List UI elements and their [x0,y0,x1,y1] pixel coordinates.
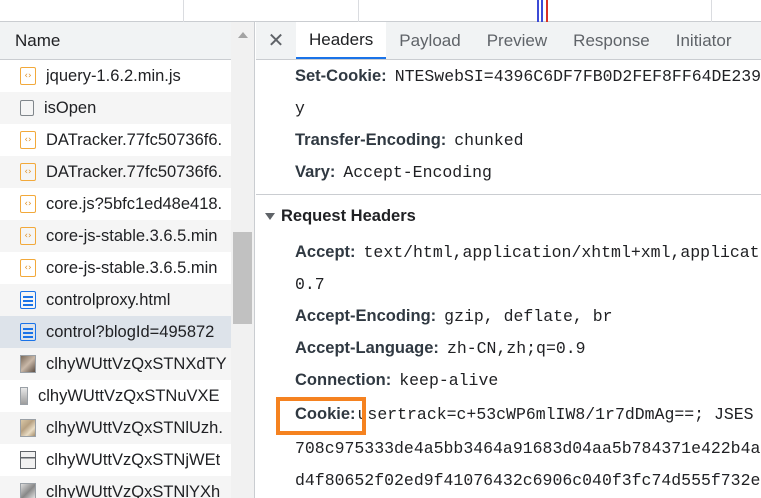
request-name: clhyWUttVzQxSTNlUzh. [46,418,223,437]
header-key: Accept-Encoding: [295,306,437,325]
image-thumbnail-icon [20,419,36,437]
timeline-gridline [358,0,359,22]
request-name: DATracker.77fc50736f6. [46,130,223,149]
header-value: text/html,application/xhtml+xml,applicat [363,242,760,262]
image-thumbnail-icon [20,387,28,405]
request-details-panel: ✕ Headers Payload Preview Response Initi… [256,22,761,498]
request-row[interactable]: isOpen [0,92,231,124]
header-value: keep-alive [399,370,499,390]
close-icon[interactable]: ✕ [256,22,296,59]
tab-preview[interactable]: Preview [474,22,560,59]
header-value: usertrack=c+53cWP6mlIW8/1r7dDmAg==; JSES [357,404,754,424]
request-row[interactable]: DATracker.77fc50736f6. [0,156,231,188]
header-transfer-encoding: Transfer-Encoding: chunked [295,124,524,156]
request-headers-title: Request Headers [281,206,416,225]
dom-content-loaded-marker [537,0,539,22]
name-column-header-label: Name [15,30,61,50]
request-row[interactable]: clhyWUttVzQxSTNuVXE [0,380,231,412]
header-set-cookie: Set-Cookie: NTESwebSI=4396C6DF7FB0D2FEF8… [295,60,761,92]
header-value-continuation: 0.7 [295,274,325,294]
request-name: clhyWUttVzQxSTNjWEt [46,450,221,469]
name-column-header[interactable]: Name [0,22,254,60]
request-name: isOpen [44,98,97,117]
script-icon [20,131,36,149]
request-name: DATracker.77fc50736f6. [46,162,223,181]
request-name: jquery-1.6.2.min.js [46,66,181,85]
scroll-up-arrow-icon[interactable] [238,32,248,38]
request-row[interactable]: core-js-stable.3.6.5.min [0,220,231,252]
tab-headers[interactable]: Headers [296,22,387,59]
cookie-highlight-box [276,397,366,435]
request-row[interactable]: core.js?5bfc1ed48e418. [0,188,231,220]
request-list-scrollbar[interactable] [231,22,254,498]
header-value: chunked [454,130,524,150]
header-vary: Vary: Accept-Encoding [295,156,492,188]
image-thumbnail-icon [20,483,36,498]
header-value-continuation: y [295,98,305,118]
section-divider [256,194,761,195]
request-name: control?blogId=495872 [46,322,215,341]
header-key: Vary: [295,162,336,181]
load-event-marker [546,0,548,22]
request-row[interactable]: core-js-stable.3.6.5.min [0,252,231,284]
request-name: core.js?5bfc1ed48e418. [46,194,223,213]
tab-initiator[interactable]: Initiator [663,22,745,59]
header-value-continuation: 708c975333de4a5bb3464a91683d04aa5b784371… [295,438,761,458]
network-timeline-overview[interactable] [0,0,761,22]
header-value-continuation: d4f80652f02ed9f41076432c6906c040f3fc74d5… [295,470,761,490]
header-value: gzip, deflate, br [444,306,613,326]
triangle-down-icon [265,212,275,220]
request-name: clhyWUttVzQxSTNXdTY [46,354,227,373]
request-name: controlproxy.html [46,290,171,309]
header-key: Set-Cookie: [295,66,387,85]
request-row[interactable]: controlproxy.html [0,284,231,316]
request-row[interactable]: clhyWUttVzQxSTNlYXh [0,476,231,498]
request-list-panel: Name jquery-1.6.2.min.js isOpen DATracker.… [0,22,255,498]
header-key: Accept-Language: [295,338,439,357]
header-accept-encoding: Accept-Encoding: gzip, deflate, br [295,300,613,332]
header-connection: Connection: keep-alive [295,364,498,396]
request-name: clhyWUttVzQxSTNuVXE [38,386,220,405]
script-icon [20,259,36,277]
header-accept: Accept: text/html,application/xhtml+xml,… [295,236,760,268]
document-icon [20,291,36,309]
header-accept-language: Accept-Language: zh-CN,zh;q=0.9 [295,332,586,364]
request-name: clhyWUttVzQxSTNlYXh [46,482,221,498]
tab-response[interactable]: Response [560,22,663,59]
header-key: Connection: [295,370,392,389]
request-row[interactable]: clhyWUttVzQxSTNlUzh. [0,412,231,444]
timeline-marker [541,0,543,22]
blank-file-icon [20,100,34,116]
request-row[interactable]: jquery-1.6.2.min.js [0,60,231,92]
request-row[interactable]: DATracker.77fc50736f6. [0,124,231,156]
script-icon [20,227,36,245]
script-icon [20,67,36,85]
request-headers-section-toggle[interactable]: Request Headers [265,200,416,232]
header-value: Accept-Encoding [343,162,492,182]
tab-payload[interactable]: Payload [386,22,473,59]
script-icon [20,195,36,213]
header-key: Accept: [295,242,356,261]
header-key: Transfer-Encoding: [295,130,447,149]
request-row[interactable]: clhyWUttVzQxSTNjWEt [0,444,231,476]
scrollbar-thumb[interactable] [233,232,252,324]
image-thumbnail-icon [20,355,36,373]
request-row[interactable]: control?blogId=495872 [0,316,231,348]
timeline-gridline [183,0,184,22]
request-row[interactable]: clhyWUttVzQxSTNXdTY [0,348,231,380]
request-name: core-js-stable.3.6.5.min [46,226,218,245]
header-value: NTESwebSI=4396C6DF7FB0D2FEF8FF64DE239 [394,66,761,86]
script-icon [20,163,36,181]
document-icon [20,323,36,341]
request-name: core-js-stable.3.6.5.min [46,258,218,277]
image-thumbnail-icon [20,451,36,469]
request-list: jquery-1.6.2.min.js isOpen DATracker.77fc5… [0,60,231,498]
timeline-gridline [711,0,712,22]
details-tab-bar: ✕ Headers Payload Preview Response Initi… [256,22,761,60]
header-value: zh-CN,zh;q=0.9 [446,338,586,358]
